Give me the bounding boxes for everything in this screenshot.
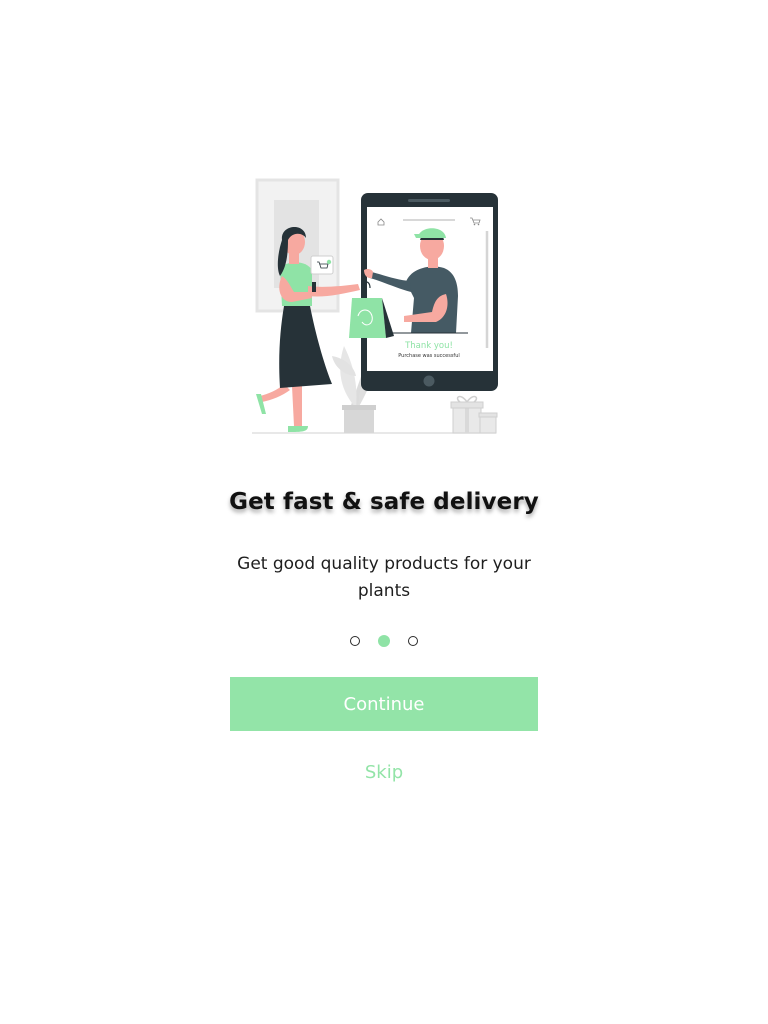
onboarding-screen: Thank you! Purchase was successful Get f…	[0, 0, 768, 1024]
purchase-success-text: Purchase was successful	[398, 353, 460, 359]
page-dot-3[interactable]	[408, 636, 418, 646]
page-dot-1[interactable]	[350, 636, 360, 646]
continue-button[interactable]: Continue	[230, 677, 538, 731]
tablet-home-button	[423, 375, 435, 387]
page-dot-2-active[interactable]	[378, 635, 390, 647]
thank-you-text: Thank you!	[404, 341, 453, 351]
gift-boxes	[450, 395, 498, 434]
onboarding-subtitle: Get good quality products for your plant…	[237, 554, 531, 601]
delivery-illustration: Thank you! Purchase was successful	[252, 178, 498, 434]
page-indicator	[0, 634, 768, 648]
skip-link[interactable]: Skip	[0, 762, 768, 783]
onboarding-title: Get fast & safe delivery	[229, 489, 539, 515]
tablet-device: Thank you! Purchase was successful	[361, 193, 498, 391]
